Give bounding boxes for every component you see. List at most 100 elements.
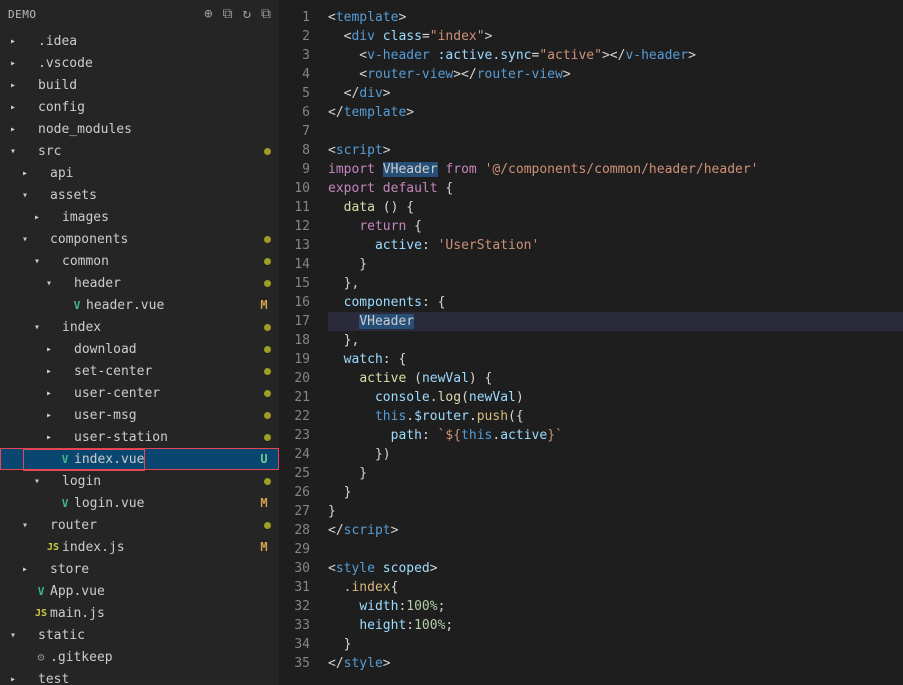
vue-icon: V	[32, 585, 50, 598]
tree-item-index-js[interactable]: JSindex.jsM	[0, 536, 279, 558]
tree-item-common[interactable]: ▾common	[0, 250, 279, 272]
tree-item-index[interactable]: ▾ index	[0, 316, 279, 338]
code-line[interactable]: }	[328, 502, 903, 521]
tree-item--gitkeep[interactable]: ⚙.gitkeep	[0, 646, 279, 668]
tree-item-config[interactable]: ▸ config	[0, 96, 279, 118]
code-line[interactable]: height:100%;	[328, 616, 903, 635]
tree-item-label: config	[38, 100, 271, 115]
tree-item-test[interactable]: ▸test	[0, 668, 279, 685]
tree-item-header[interactable]: ▾header	[0, 272, 279, 294]
tree-item-login-vue[interactable]: Vlogin.vueM	[0, 492, 279, 514]
tree-item-main-js[interactable]: JSmain.js	[0, 602, 279, 624]
git-status-letter: U	[257, 452, 271, 466]
code-line[interactable]: import VHeader from '@/components/common…	[328, 160, 903, 179]
code-line[interactable]: },	[328, 274, 903, 293]
code-line[interactable]: <router-view></router-view>	[328, 65, 903, 84]
tree-item-label: login	[62, 474, 260, 489]
modified-dot-icon	[264, 412, 271, 419]
line-number: 10	[280, 179, 310, 198]
code-line[interactable]: </style>	[328, 654, 903, 673]
code-line[interactable]: console.log(newVal)	[328, 388, 903, 407]
vue-icon: V	[56, 453, 74, 466]
line-number: 19	[280, 350, 310, 369]
tree-item-set-center[interactable]: ▸set-center	[0, 360, 279, 382]
code-line[interactable]	[328, 540, 903, 559]
tree-item-index-vue[interactable]: Vindex.vueU	[0, 448, 279, 470]
code-line[interactable]: </script>	[328, 521, 903, 540]
code-line[interactable]: active (newVal) {	[328, 369, 903, 388]
code-line[interactable]: <template>	[328, 8, 903, 27]
tree-item-store[interactable]: ▸store	[0, 558, 279, 580]
tree-item-label: download	[74, 342, 260, 357]
tree-item-user-msg[interactable]: ▸user-msg	[0, 404, 279, 426]
chevron-icon: ▾	[18, 190, 32, 201]
tree-item-user-center[interactable]: ▸user-center	[0, 382, 279, 404]
code-line[interactable]: }	[328, 255, 903, 274]
refresh-icon[interactable]: ↻	[243, 6, 251, 22]
code-line[interactable]: components: {	[328, 293, 903, 312]
code-line[interactable]: }	[328, 464, 903, 483]
code-editor[interactable]: 1234567891011121314151617181920212223242…	[280, 0, 903, 685]
tree-item-api[interactable]: ▸api	[0, 162, 279, 184]
line-number: 7	[280, 122, 310, 141]
code-line[interactable]: <script>	[328, 141, 903, 160]
tree-item-router[interactable]: ▾router	[0, 514, 279, 536]
code-line[interactable]: })	[328, 445, 903, 464]
line-number: 23	[280, 426, 310, 445]
code-line[interactable]: return {	[328, 217, 903, 236]
code-line[interactable]: <style scoped>	[328, 559, 903, 578]
code-line[interactable]: }	[328, 635, 903, 654]
line-number: 22	[280, 407, 310, 426]
tree-item-label: index	[62, 320, 260, 335]
modified-dot-icon	[264, 368, 271, 375]
gear-icon: ⚙	[32, 650, 50, 664]
code-line[interactable]: </div>	[328, 84, 903, 103]
code-line[interactable]: active: 'UserStation'	[328, 236, 903, 255]
tree-item--idea[interactable]: ▸.idea	[0, 30, 279, 52]
tree-item-user-station[interactable]: ▸user-station	[0, 426, 279, 448]
tree-item-static[interactable]: ▾static	[0, 624, 279, 646]
tree-item-login[interactable]: ▾login	[0, 470, 279, 492]
tree-item-components[interactable]: ▾components	[0, 228, 279, 250]
code-line[interactable]: this.$router.push({	[328, 407, 903, 426]
line-number: 31	[280, 578, 310, 597]
tree-item-download[interactable]: ▸download	[0, 338, 279, 360]
code-line[interactable]: <div class="index">	[328, 27, 903, 46]
chevron-icon: ▾	[30, 322, 44, 333]
tree-item-label: user-station	[74, 430, 260, 445]
tree-item-images[interactable]: ▸images	[0, 206, 279, 228]
code-line[interactable]: <v-header :active.sync="active"></v-head…	[328, 46, 903, 65]
code-line[interactable]: path: `${this.active}`	[328, 426, 903, 445]
code-line[interactable]: export default {	[328, 179, 903, 198]
line-number: 5	[280, 84, 310, 103]
code-line[interactable]: data () {	[328, 198, 903, 217]
tree-item-App-vue[interactable]: VApp.vue	[0, 580, 279, 602]
tree-item-src[interactable]: ▾src	[0, 140, 279, 162]
tree-item-header-vue[interactable]: Vheader.vueM	[0, 294, 279, 316]
code-line[interactable]: }	[328, 483, 903, 502]
tree-item-label: set-center	[74, 364, 260, 379]
code-line[interactable]: </template>	[328, 103, 903, 122]
tree-item--vscode[interactable]: ▸.vscode	[0, 52, 279, 74]
code-content[interactable]: <template> <div class="index"> <v-header…	[328, 8, 903, 685]
tree-item-assets[interactable]: ▾assets	[0, 184, 279, 206]
modified-dot-icon	[264, 390, 271, 397]
tree-item-label: common	[62, 254, 260, 269]
code-line[interactable]: },	[328, 331, 903, 350]
new-file-icon[interactable]: ⊕	[204, 6, 212, 22]
chevron-icon: ▸	[6, 58, 20, 69]
code-line[interactable]: .index{	[328, 578, 903, 597]
code-line[interactable]: width:100%;	[328, 597, 903, 616]
collapse-all-icon[interactable]: ⧉	[261, 6, 271, 22]
tree-item-build[interactable]: ▸build	[0, 74, 279, 96]
tree-item-label: store	[50, 562, 271, 577]
code-line[interactable]: watch: {	[328, 350, 903, 369]
chevron-icon: ▾	[18, 234, 32, 245]
tree-item-label: static	[38, 628, 271, 643]
chevron-icon: ▸	[6, 102, 20, 113]
new-folder-icon[interactable]: ⧉	[223, 6, 233, 22]
tree-item-node_modules[interactable]: ▸node_modules	[0, 118, 279, 140]
code-line[interactable]	[328, 122, 903, 141]
chevron-icon: ▾	[42, 278, 56, 289]
code-line[interactable]: VHeader	[328, 312, 903, 331]
